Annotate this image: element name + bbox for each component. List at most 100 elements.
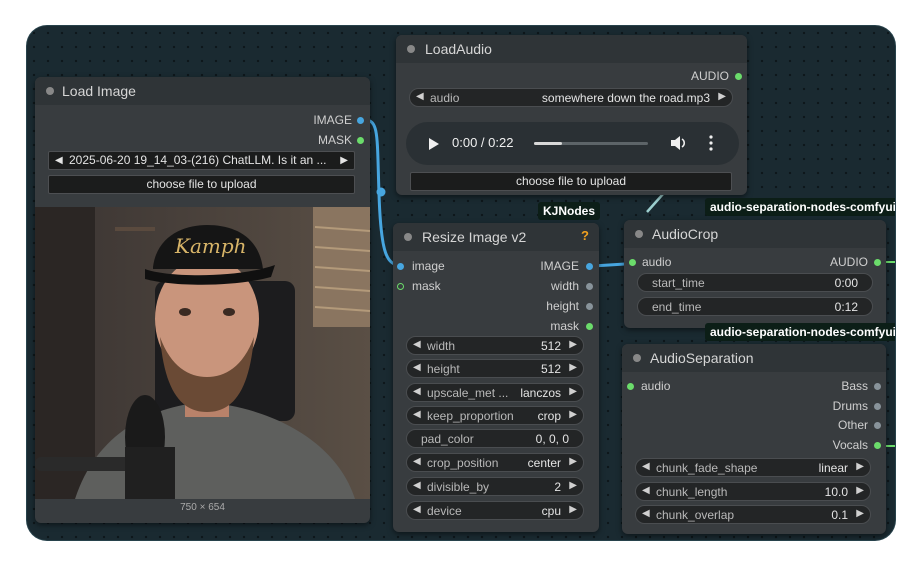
load-image-node[interactable]: Load Image IMAGE MASK ◀ 2025-06-20 19_14… xyxy=(35,77,370,523)
input-mask-port[interactable] xyxy=(397,283,404,290)
play-icon[interactable] xyxy=(426,137,440,151)
arrow-left-icon[interactable]: ◀ xyxy=(55,152,63,169)
widget-value: 0, 0, 0 xyxy=(535,432,569,446)
arrow-right-icon[interactable]: ▶ xyxy=(569,480,577,491)
arrow-right-icon[interactable]: ▶ xyxy=(856,508,864,519)
collapse-dot-icon[interactable] xyxy=(407,45,415,53)
collapse-dot-icon[interactable] xyxy=(633,354,641,362)
device-widget[interactable]: ◀ device cpu ▶ xyxy=(406,501,584,520)
chunk-fade-shape-widget[interactable]: ◀ chunk_fade_shape linear ▶ xyxy=(635,458,871,477)
arrow-right-icon[interactable]: ▶ xyxy=(569,409,577,420)
output-vocals-port[interactable] xyxy=(874,442,881,449)
audio-crop-node[interactable]: AudioCrop audio AUDIO start_time 0:00 en… xyxy=(624,220,886,328)
widget-value: cpu xyxy=(541,504,561,518)
arrow-left-icon[interactable]: ◀ xyxy=(642,485,650,496)
arrow-right-icon[interactable]: ▶ xyxy=(856,461,864,472)
collapse-dot-icon[interactable] xyxy=(635,230,643,238)
divisible-by-widget[interactable]: ◀ divisible_by 2 ▶ xyxy=(406,477,584,496)
width-widget[interactable]: ◀ width 512 ▶ xyxy=(406,336,584,355)
input-mask-label: mask xyxy=(412,279,441,293)
arrow-left-icon[interactable]: ◀ xyxy=(416,91,424,102)
image-file-value: 2025-06-20 19_14_03-(216) ChatLLM. Is it… xyxy=(69,153,327,167)
help-icon[interactable]: ? xyxy=(581,228,589,243)
crop-position-widget[interactable]: ◀ crop_position center ▶ xyxy=(406,453,584,472)
output-image-port[interactable] xyxy=(586,263,593,270)
arrow-left-icon[interactable]: ◀ xyxy=(413,362,421,373)
output-mask-label: mask xyxy=(550,319,579,333)
arrow-left-icon[interactable]: ◀ xyxy=(413,480,421,491)
input-image-port[interactable] xyxy=(397,263,404,270)
upload-button[interactable]: choose file to upload xyxy=(410,172,732,191)
arrow-right-icon[interactable]: ▶ xyxy=(569,362,577,373)
input-audio-label: audio xyxy=(642,255,672,269)
collapse-dot-icon[interactable] xyxy=(46,87,54,95)
keep-proportion-widget[interactable]: ◀ keep_proportion crop ▶ xyxy=(406,406,584,425)
widget-value: 0.1 xyxy=(831,508,848,522)
arrow-right-icon[interactable]: ▶ xyxy=(718,91,726,102)
arrow-right-icon[interactable]: ▶ xyxy=(340,152,348,169)
arrow-left-icon[interactable]: ◀ xyxy=(642,508,650,519)
arrow-left-icon[interactable]: ◀ xyxy=(413,456,421,467)
volume-icon[interactable] xyxy=(670,135,688,151)
output-image-label: IMAGE xyxy=(540,259,579,273)
audio-separation-header[interactable]: AudioSeparation xyxy=(622,344,886,372)
output-image-port[interactable] xyxy=(357,117,364,124)
input-audio-port[interactable] xyxy=(629,259,636,266)
arrow-left-icon[interactable]: ◀ xyxy=(413,339,421,350)
widget-label: chunk_length xyxy=(656,485,728,499)
output-vocals-label: Vocals xyxy=(832,438,868,452)
output-audio-port[interactable] xyxy=(735,73,742,80)
arrow-left-icon[interactable]: ◀ xyxy=(413,409,421,420)
arrow-right-icon[interactable]: ▶ xyxy=(569,386,577,397)
more-options-icon[interactable] xyxy=(708,135,714,151)
seek-progress xyxy=(534,142,562,145)
widget-value: crop xyxy=(537,409,561,423)
pad-color-widget[interactable]: pad_color 0, 0, 0 xyxy=(406,429,584,448)
output-height-port[interactable] xyxy=(586,303,593,310)
arrow-right-icon[interactable]: ▶ xyxy=(569,504,577,515)
audio-separation-node[interactable]: AudioSeparation audio Bass Drums Other V… xyxy=(622,344,886,534)
load-image-header[interactable]: Load Image xyxy=(35,77,370,105)
output-drums-port[interactable] xyxy=(874,403,881,410)
collapse-dot-icon[interactable] xyxy=(404,233,412,241)
output-image-label: IMAGE xyxy=(313,113,352,127)
widget-value: 2 xyxy=(554,480,561,494)
arrow-left-icon[interactable]: ◀ xyxy=(642,461,650,472)
widget-value: 512 xyxy=(540,362,561,376)
arrow-left-icon[interactable]: ◀ xyxy=(413,386,421,397)
output-audio-label: AUDIO xyxy=(829,255,868,269)
output-mask-port[interactable] xyxy=(357,137,364,144)
widget-label: width xyxy=(427,339,456,353)
arrow-left-icon[interactable]: ◀ xyxy=(413,504,421,515)
chunk-length-widget[interactable]: ◀ chunk_length 10.0 ▶ xyxy=(635,482,871,501)
chunk-overlap-widget[interactable]: ◀ chunk_overlap 0.1 ▶ xyxy=(635,505,871,524)
resize-image-header[interactable]: Resize Image v2 ? xyxy=(393,223,599,251)
widget-label: end_time xyxy=(652,300,702,314)
widget-label: keep_proportion xyxy=(427,409,514,423)
input-audio-port[interactable] xyxy=(627,383,634,390)
audio-file-select[interactable]: ◀ audio somewhere down the road.mp3 ▶ xyxy=(409,88,733,107)
start-time-widget[interactable]: start_time 0:00 xyxy=(637,273,873,292)
node-title: AudioCrop xyxy=(652,226,719,242)
output-audio-port[interactable] xyxy=(874,259,881,266)
widget-label: divisible_by xyxy=(427,480,490,494)
output-mask-port[interactable] xyxy=(586,323,593,330)
arrow-right-icon[interactable]: ▶ xyxy=(569,456,577,467)
height-widget[interactable]: ◀ height 512 ▶ xyxy=(406,359,584,378)
audio-crop-header[interactable]: AudioCrop xyxy=(624,220,886,248)
image-file-select[interactable]: ◀ 2025-06-20 19_14_03-(216) ChatLLM. Is … xyxy=(48,151,355,170)
output-bass-port[interactable] xyxy=(874,383,881,390)
end-time-widget[interactable]: end_time 0:12 xyxy=(637,297,873,316)
upload-button[interactable]: choose file to upload xyxy=(48,175,355,194)
output-width-port[interactable] xyxy=(586,283,593,290)
load-audio-header[interactable]: LoadAudio xyxy=(396,35,747,63)
arrow-right-icon[interactable]: ▶ xyxy=(856,485,864,496)
seek-bar[interactable] xyxy=(534,142,648,145)
audio-player[interactable]: 0:00 / 0:22 xyxy=(406,122,739,165)
upscale-method-widget[interactable]: ◀ upscale_met ... lanczos ▶ xyxy=(406,383,584,402)
graph-canvas[interactable]: Load Image IMAGE MASK ◀ 2025-06-20 19_14… xyxy=(27,26,895,540)
output-other-port[interactable] xyxy=(874,422,881,429)
arrow-right-icon[interactable]: ▶ xyxy=(569,339,577,350)
load-audio-node[interactable]: LoadAudio AUDIO ◀ audio somewhere down t… xyxy=(396,35,747,195)
resize-image-node[interactable]: Resize Image v2 ? image mask IMAGE width… xyxy=(393,223,599,532)
